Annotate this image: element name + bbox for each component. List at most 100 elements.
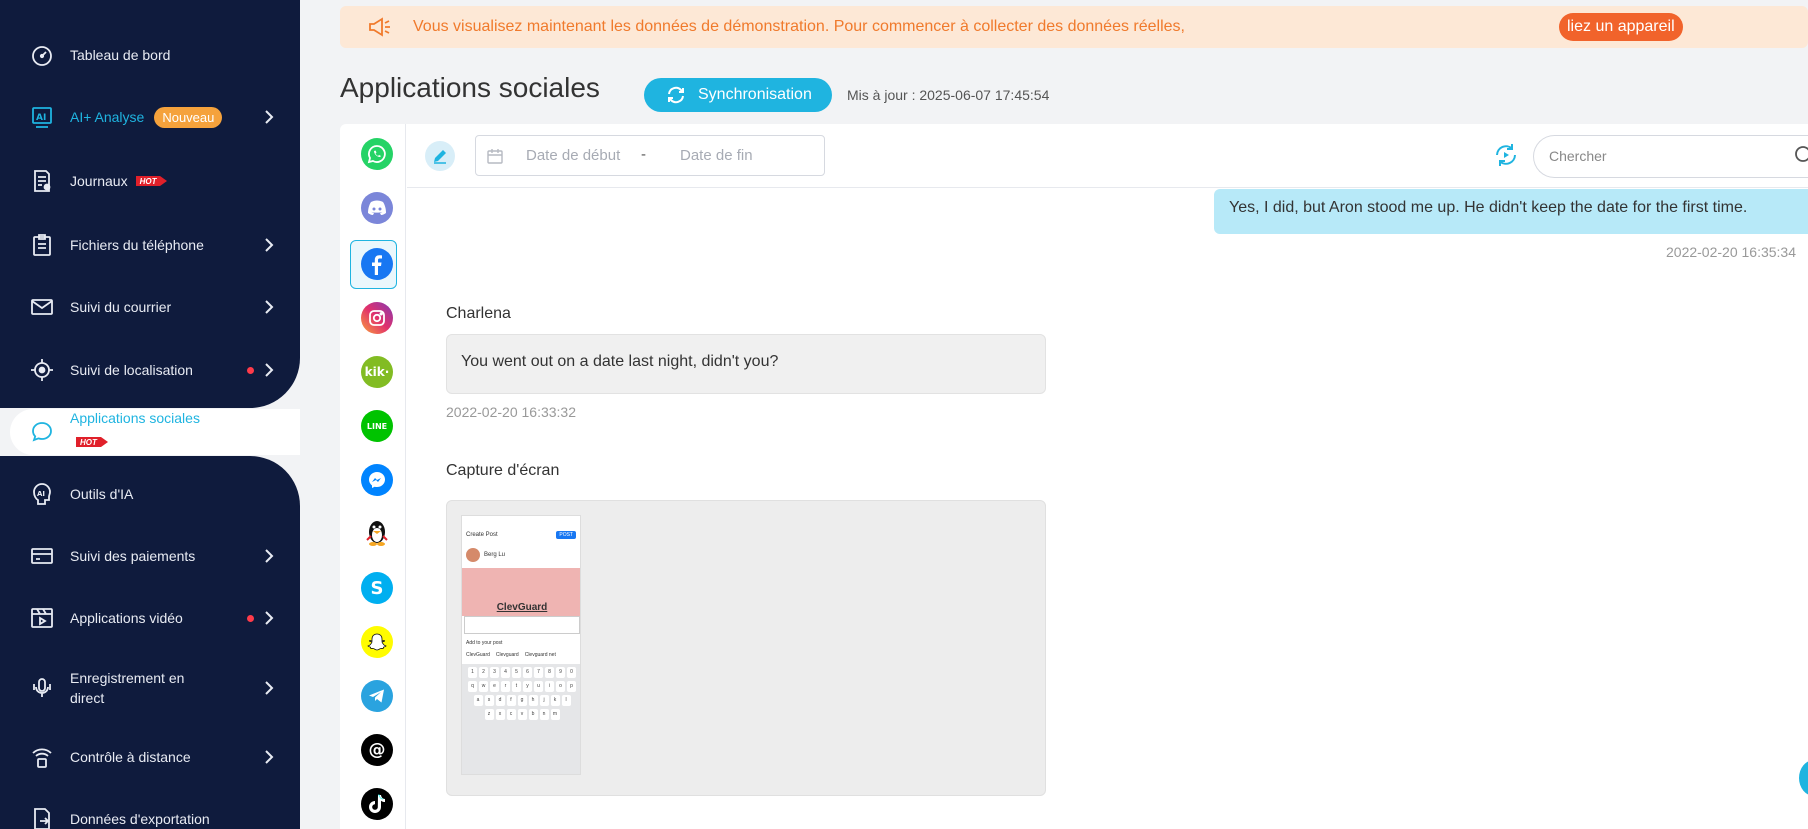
- chevron-right-icon: [265, 363, 274, 377]
- log-document-icon: [29, 168, 55, 194]
- new-badge: Nouveau: [154, 106, 223, 128]
- telegram-icon[interactable]: [361, 680, 393, 712]
- sidebar-item-label: Fichiers du téléphone: [70, 237, 204, 253]
- sidebar-item-journaux[interactable]: Journaux HOT: [0, 161, 300, 201]
- sidebar-item-localisation[interactable]: Suivi de localisation: [0, 350, 300, 390]
- phone-suggestion: ClevGuard: [466, 652, 490, 658]
- notification-dot: [247, 366, 254, 374]
- phone-title: Create Post: [466, 532, 498, 538]
- sidebar-item-applications-sociales[interactable]: Applications sociales HOT: [0, 410, 300, 454]
- sidebar-item-label: Tableau de bord: [70, 47, 171, 63]
- kik-icon[interactable]: kik·: [361, 356, 393, 388]
- end-date-input[interactable]: Date de fin: [680, 147, 753, 164]
- sidebar-item-label: Enregistrement en direct: [70, 668, 184, 708]
- sidebar-item-label: Journaux: [70, 173, 128, 189]
- sidebar-item-outils-ia[interactable]: AI Outils d'IA: [0, 474, 300, 514]
- megaphone-icon: [368, 17, 392, 42]
- sidebar-item-label-line2: direct: [70, 690, 105, 706]
- phone-header: Create Post POST: [466, 528, 576, 542]
- sync-button[interactable]: Synchronisation: [644, 78, 832, 112]
- sidebar-item-paiements[interactable]: Suivi des paiements: [0, 536, 300, 576]
- demo-banner: Vous visualisez maintenant les données d…: [340, 6, 1808, 48]
- incoming-message: You went out on a date last night, didn'…: [446, 334, 1046, 394]
- facebook-icon[interactable]: [361, 248, 393, 280]
- hot-badge: HOT: [135, 176, 168, 186]
- notification-dot: [247, 614, 254, 622]
- start-date-input[interactable]: Date de début: [526, 147, 620, 164]
- sidebar-item-label: Suivi des paiements: [70, 548, 196, 564]
- link-device-button[interactable]: liez un appareil: [1559, 13, 1683, 41]
- app-rail: kik· LINE S @: [340, 124, 406, 829]
- phone-suggestion: Clevguard: [495, 652, 519, 658]
- messenger-icon[interactable]: [361, 464, 393, 496]
- threads-icon[interactable]: @: [361, 734, 393, 766]
- sidebar-item-applications-video[interactable]: Applications vidéo: [0, 598, 300, 638]
- date-range-picker[interactable]: Date de début - Date de fin: [475, 135, 825, 176]
- sidebar-item-enregistrement[interactable]: Enregistrement en direct: [0, 666, 300, 710]
- sidebar-item-controle[interactable]: Contrôle à distance: [0, 737, 300, 777]
- phone-post-button: POST: [556, 531, 576, 539]
- pencil-icon: [434, 150, 446, 164]
- screenshot-label: Capture d'écran: [446, 462, 560, 479]
- location-target-icon: [29, 357, 55, 383]
- chevron-right-icon: [265, 549, 274, 563]
- microphone-icon: [29, 675, 55, 701]
- sidebar-item-label: Suivi de localisation: [70, 362, 193, 378]
- ai-icon: AI: [29, 104, 55, 130]
- dashboard-gauge-icon: [29, 42, 55, 68]
- chevron-right-icon: [265, 681, 274, 695]
- refresh-icon[interactable]: [1493, 142, 1519, 173]
- sidebar-item-dashboard[interactable]: Tableau de bord: [0, 35, 300, 75]
- sync-label: Synchronisation: [698, 86, 812, 103]
- sender-name: Charlena: [446, 305, 511, 322]
- phone-brand: ClevGuard: [496, 602, 548, 613]
- search-input[interactable]: [1549, 148, 1779, 164]
- discord-icon[interactable]: [361, 192, 393, 224]
- tiktok-icon[interactable]: [361, 788, 393, 820]
- chevron-right-icon: [265, 750, 274, 764]
- qq-penguin-icon[interactable]: [361, 518, 393, 550]
- sidebar-item-ai-analyse[interactable]: AI AI+ Analyse Nouveau: [0, 97, 300, 137]
- credit-card-icon: [29, 543, 55, 569]
- sidebar-item-courrier[interactable]: Suivi du courrier: [0, 287, 300, 327]
- sidebar-item-label-line1: Enregistrement en: [70, 670, 185, 686]
- whatsapp-icon[interactable]: [361, 138, 393, 170]
- last-updated-text: Mis à jour : 2025-06-07 17:45:54: [847, 87, 1050, 103]
- sidebar-item-label: Applications vidéo: [70, 610, 183, 626]
- video-icon: [29, 605, 55, 631]
- search-icon[interactable]: [1794, 145, 1808, 167]
- search-box: [1533, 135, 1808, 178]
- page-title: Applications sociales: [340, 72, 600, 103]
- screenshot-attachment: Create Post POST Berg Lu ClevGuard Add t…: [446, 500, 1046, 796]
- remote-signal-icon: [29, 744, 55, 770]
- toolbar: Date de début - Date de fin: [407, 124, 1808, 188]
- svg-text:AI: AI: [37, 490, 45, 498]
- sync-icon: [668, 86, 684, 104]
- chevron-right-icon: [265, 238, 274, 252]
- chevron-right-icon: [265, 611, 274, 625]
- sidebar-item-fichiers[interactable]: Fichiers du téléphone: [0, 225, 300, 265]
- skype-icon[interactable]: S: [361, 572, 393, 604]
- export-icon: [29, 806, 55, 829]
- screenshot-thumbnail[interactable]: Create Post POST Berg Lu ClevGuard Add t…: [461, 515, 581, 775]
- chevron-right-icon: [265, 300, 274, 314]
- sidebar-item-export[interactable]: Données d'exportation: [0, 799, 300, 829]
- line-icon[interactable]: LINE: [361, 410, 393, 442]
- avatar: [466, 548, 480, 562]
- chat-bubble-icon: [29, 419, 55, 445]
- hot-badge: HOT: [76, 437, 108, 447]
- outgoing-timestamp: 2022-02-20 16:35:34: [1666, 244, 1796, 260]
- edit-button[interactable]: [425, 141, 455, 171]
- sidebar-item-label: Applications sociales: [70, 410, 200, 426]
- instagram-icon[interactable]: [361, 302, 393, 334]
- snapchat-icon[interactable]: [361, 626, 393, 658]
- phone-keyboard: 1234567890 qwertyuiop asdfghjkl zxcvbnm: [462, 664, 580, 774]
- svg-text:AI: AI: [36, 113, 46, 123]
- sidebar-item-label: Outils d'IA: [70, 486, 134, 502]
- phone-suggestions: ClevGuard Clevguard Clevguard net: [466, 652, 556, 658]
- phone-user: Berg Lu: [466, 544, 505, 566]
- ai-head-icon: AI: [29, 481, 55, 507]
- phone-link-card: [464, 616, 580, 634]
- chevron-right-icon: [265, 110, 274, 124]
- sidebar-item-label: Contrôle à distance: [70, 749, 191, 765]
